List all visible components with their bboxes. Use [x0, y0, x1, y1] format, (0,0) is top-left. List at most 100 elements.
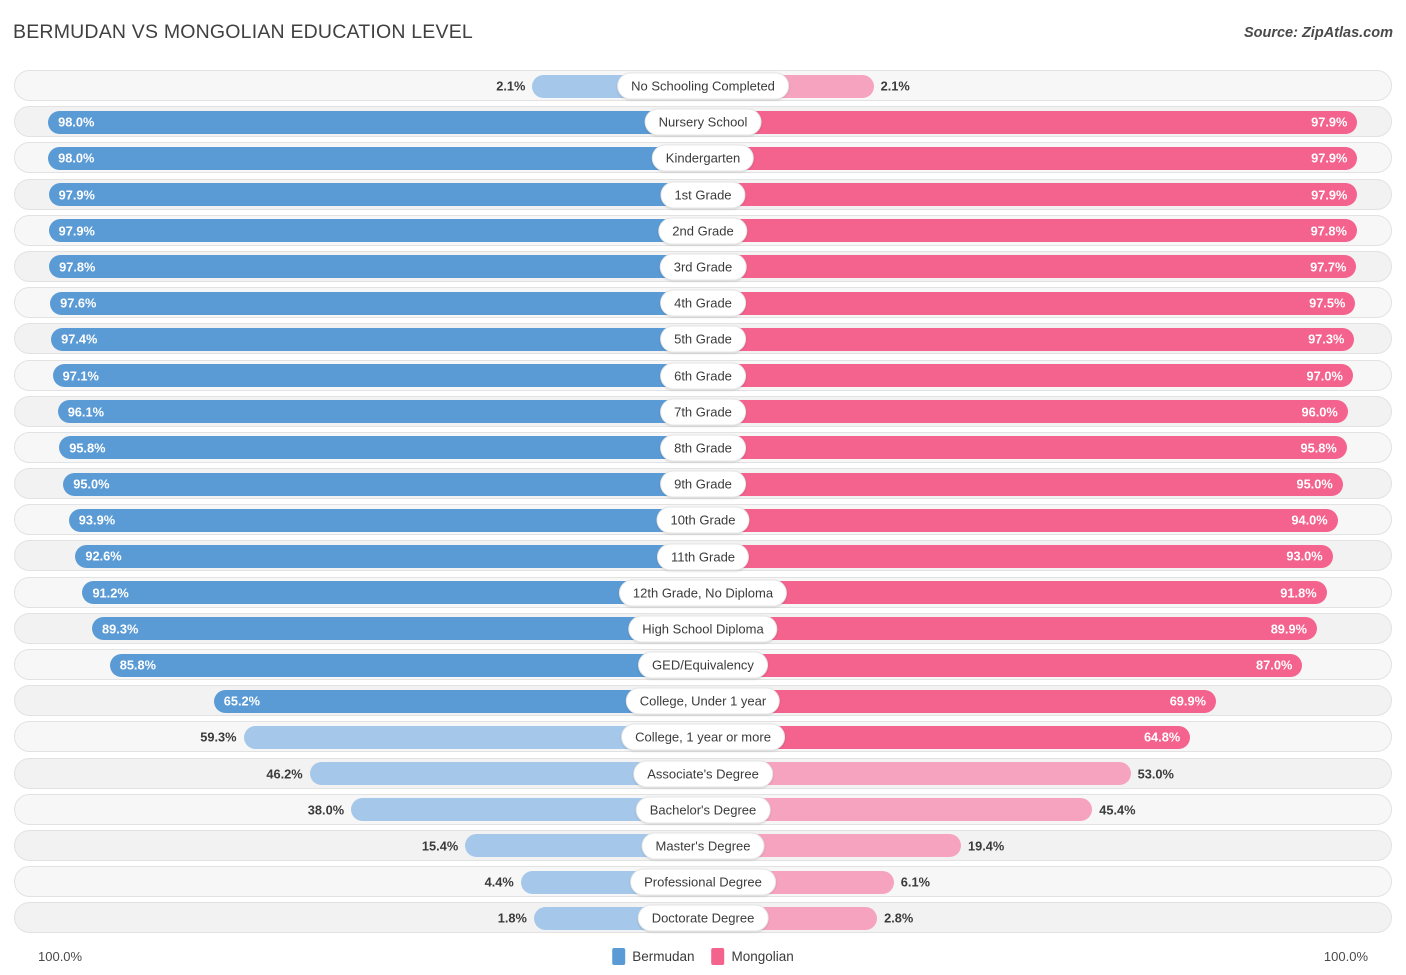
bar-row: 2.1% 2.1% No Schooling Completed: [0, 68, 1406, 104]
bar-mongolian: 95.0%: [703, 473, 1343, 496]
bar-bermudan: 91.2%: [82, 581, 703, 604]
bar-row: 91.2% 91.8% 12th Grade, No Diploma: [0, 575, 1406, 611]
bar-bermudan: 98.0%: [48, 147, 703, 170]
bar-mongolian: 97.0%: [703, 364, 1353, 387]
bar-row: 95.8% 95.8% 8th Grade: [0, 430, 1406, 466]
bar-value-bermudan: 98.0%: [58, 151, 94, 166]
bar-bermudan: 95.0%: [63, 473, 703, 496]
bar-row: 97.9% 97.9% 1st Grade: [0, 177, 1406, 213]
category-label: Kindergarten: [652, 145, 754, 172]
bar-row: 97.8% 97.7% 3rd Grade: [0, 249, 1406, 285]
bar-value-bermudan: 46.2%: [266, 766, 302, 781]
bar-row: 46.2%53.0%Associate's Degree: [0, 756, 1406, 792]
bar-row: 98.0% 97.9% Kindergarten: [0, 140, 1406, 176]
bar-value-mongolian: 91.8%: [1280, 585, 1316, 600]
bar-mongolian: 97.3%: [703, 328, 1354, 351]
bar-value-bermudan: 95.0%: [73, 477, 109, 492]
chart-footer: 100.0% Bermudan Mongolian 100.0%: [0, 941, 1406, 975]
bar-row: 38.0%45.4%Bachelor's Degree: [0, 792, 1406, 828]
bar-value-mongolian: 2.1%: [881, 79, 910, 94]
bar-value-mongolian: 95.8%: [1300, 440, 1336, 455]
bar-value-bermudan: 98.0%: [58, 115, 94, 130]
bar-value-mongolian: 2.8%: [884, 911, 913, 926]
bar-row: 85.8% 87.0% GED/Equivalency: [0, 647, 1406, 683]
category-label: 9th Grade: [660, 471, 746, 498]
bar-row: 96.1%96.0%7th Grade: [0, 394, 1406, 430]
bar-value-bermudan: 95.8%: [69, 440, 105, 455]
bar-row: 93.9%94.0%10th Grade: [0, 502, 1406, 538]
bar-value-bermudan: 97.1%: [63, 368, 99, 383]
bar-row: 95.0%95.0%9th Grade: [0, 466, 1406, 502]
bar-row: 89.3%89.9%High School Diploma: [0, 611, 1406, 647]
bar-value-mongolian: 97.7%: [1310, 259, 1346, 274]
chart-header: BERMUDAN VS MONGOLIAN EDUCATION LEVEL So…: [0, 0, 1406, 58]
axis-label-left: 100.0%: [38, 949, 82, 964]
legend-item[interactable]: Bermudan: [612, 948, 694, 965]
bar-value-bermudan: 91.2%: [92, 585, 128, 600]
category-label: Nursery School: [645, 109, 762, 136]
category-label: Doctorate Degree: [638, 905, 769, 932]
bar-value-bermudan: 92.6%: [85, 549, 121, 564]
bar-value-bermudan: 97.8%: [59, 259, 95, 274]
category-label: No Schooling Completed: [617, 73, 789, 100]
category-label: 10th Grade: [656, 507, 749, 534]
bar-value-mongolian: 53.0%: [1138, 766, 1174, 781]
bar-bermudan: 97.4%: [51, 328, 703, 351]
bar-row: 15.4%19.4%Master's Degree: [0, 828, 1406, 864]
category-label: 12th Grade, No Diploma: [619, 579, 787, 606]
bar-value-mongolian: 69.9%: [1170, 694, 1206, 709]
bar-row: 65.2%69.9%College, Under 1 year: [0, 683, 1406, 719]
bar-mongolian: 93.0%: [703, 545, 1333, 568]
legend-label: Mongolian: [732, 949, 794, 964]
category-label: 6th Grade: [660, 362, 746, 389]
bar-value-bermudan: 59.3%: [200, 730, 236, 745]
category-label: 8th Grade: [660, 434, 746, 461]
bar-mongolian: 97.7%: [703, 255, 1356, 278]
bar-mongolian: 97.9%: [703, 147, 1357, 170]
bar-value-bermudan: 2.1%: [496, 79, 525, 94]
bar-row: 4.4%6.1%Professional Degree: [0, 864, 1406, 900]
bar-value-mongolian: 96.0%: [1302, 404, 1338, 419]
bar-value-mongolian: 93.0%: [1286, 549, 1322, 564]
bar-value-mongolian: 97.9%: [1311, 187, 1347, 202]
bar-mongolian: 97.9%: [703, 183, 1357, 206]
bar-value-bermudan: 38.0%: [308, 802, 344, 817]
chart-root: BERMUDAN VS MONGOLIAN EDUCATION LEVEL So…: [0, 0, 1406, 975]
bar-bermudan: 89.3%: [92, 617, 703, 640]
bar-value-mongolian: 19.4%: [968, 838, 1004, 853]
bar-bermudan: 97.8%: [49, 255, 703, 278]
category-label: High School Diploma: [628, 615, 777, 642]
bar-bermudan: 85.8%: [110, 654, 703, 677]
category-label: 1st Grade: [660, 181, 745, 208]
category-label: 3rd Grade: [660, 254, 747, 281]
bar-value-bermudan: 97.9%: [59, 187, 95, 202]
bar-mongolian: 95.8%: [703, 436, 1347, 459]
chart-legend: Bermudan Mongolian: [612, 948, 794, 965]
bar-mongolian: 87.0%: [703, 654, 1302, 677]
bar-value-mongolian: 97.9%: [1311, 115, 1347, 130]
bar-row: 97.1% 97.0%6th Grade: [0, 358, 1406, 394]
bar-value-mongolian: 97.9%: [1311, 151, 1347, 166]
category-label: 2nd Grade: [658, 217, 747, 244]
bar-rows-container: 2.1% 2.1% No Schooling Completed 98.0% 97.9%…: [0, 68, 1406, 937]
page-title: BERMUDAN VS MONGOLIAN EDUCATION LEVEL: [13, 21, 473, 44]
bar-value-bermudan: 4.4%: [485, 875, 514, 890]
legend-swatch-icon: [712, 948, 725, 965]
bar-row: 59.3%64.8%College, 1 year or more: [0, 719, 1406, 755]
bar-bermudan: 95.8%: [59, 436, 703, 459]
axis-label-right: 100.0%: [1324, 949, 1368, 964]
bar-row: 97.9%97.8%2nd Grade: [0, 213, 1406, 249]
bar-value-mongolian: 94.0%: [1291, 513, 1327, 528]
bar-value-bermudan: 97.6%: [60, 296, 96, 311]
category-label: College, Under 1 year: [626, 688, 780, 715]
bar-mongolian: 89.9%: [703, 617, 1317, 640]
bar-value-mongolian: 87.0%: [1256, 658, 1292, 673]
category-label: 11th Grade: [657, 543, 749, 570]
bar-value-mongolian: 6.1%: [901, 875, 930, 890]
bar-value-bermudan: 97.4%: [61, 332, 97, 347]
bar-value-mongolian: 97.8%: [1311, 223, 1347, 238]
legend-label: Bermudan: [632, 949, 694, 964]
legend-item[interactable]: Mongolian: [712, 948, 794, 965]
bar-mongolian: 91.8%: [703, 581, 1327, 604]
category-label: GED/Equivalency: [638, 652, 768, 679]
